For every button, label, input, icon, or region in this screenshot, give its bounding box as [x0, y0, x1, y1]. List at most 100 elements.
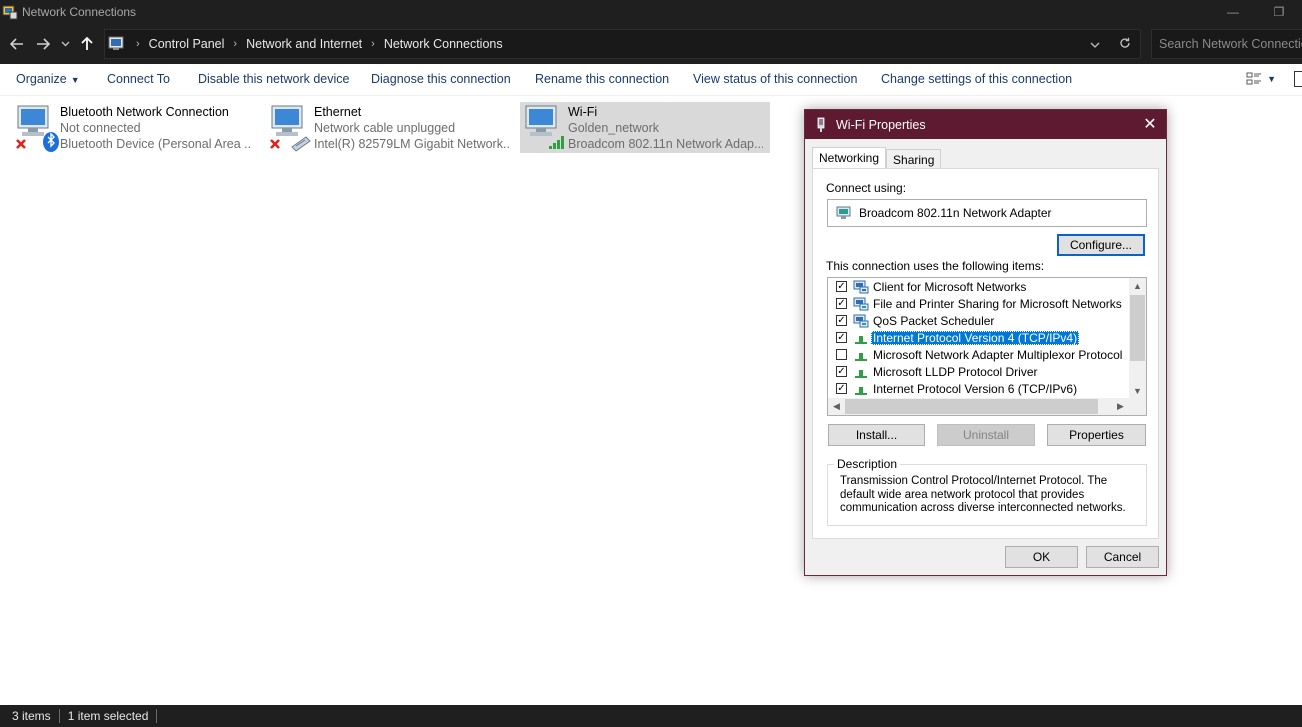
item-label: File and Printer Sharing for Microsoft N… [873, 296, 1122, 311]
change-settings-button[interactable]: Change settings of this connection [881, 72, 1072, 86]
connection-ethernet[interactable]: Ethernet Network cable unplugged Intel(R… [266, 102, 516, 153]
breadcrumb-network-connections[interactable]: Network Connections [384, 37, 503, 51]
minimize-button[interactable]: — [1210, 0, 1256, 24]
address-dropdown-chevron-icon[interactable] [1080, 37, 1110, 51]
disable-device-button[interactable]: Disable this network device [198, 72, 349, 86]
address-bar[interactable]: › Control Panel › Network and Internet ›… [104, 29, 1141, 59]
connect-to-button[interactable]: Connect To [107, 72, 170, 86]
status-bar: 3 items 1 item selected [0, 705, 1302, 727]
connection-device: Intel(R) 82579LM Gigabit Network... [314, 137, 509, 151]
protocol-icon [853, 381, 869, 397]
refresh-icon[interactable] [1110, 37, 1140, 52]
organize-label: Organize [16, 72, 67, 86]
item-checkbox[interactable] [836, 349, 847, 360]
connection-bluetooth[interactable]: Bluetooth Network Connection Not connect… [12, 102, 258, 153]
scroll-up-icon[interactable]: ▲ [1129, 278, 1146, 295]
network-adapter-icon [836, 206, 852, 220]
configure-button[interactable]: Configure... [1057, 234, 1145, 256]
view-status-button[interactable]: View status of this connection [693, 72, 857, 86]
connection-device: Broadcom 802.11n Network Adap... [568, 137, 763, 151]
item-checkbox[interactable]: ✓ [836, 315, 847, 326]
item-label: Internet Protocol Version 6 (TCP/IPv6) [873, 381, 1078, 396]
organize-menu[interactable]: Organize ▼ [16, 72, 80, 86]
network-service-icon [853, 313, 869, 329]
dialog-tabs: Networking Sharing [812, 147, 942, 170]
description-group: Description Transmission Control Protoco… [827, 457, 1147, 526]
connection-name: Bluetooth Network Connection [60, 105, 229, 119]
list-item[interactable]: ✓ Microsoft LLDP Protocol Driver [828, 363, 1040, 380]
list-item[interactable]: ✓ QoS Packet Scheduler [828, 312, 996, 329]
item-checkbox[interactable]: ✓ [836, 383, 847, 394]
view-options-chevron-icon[interactable]: ▼ [1267, 74, 1276, 84]
horizontal-scrollbar[interactable]: ◀ ▶ [828, 398, 1146, 415]
caret-down-icon: ▼ [70, 75, 80, 85]
list-item[interactable]: ✓ Client for Microsoft Networks [828, 278, 1028, 295]
components-list[interactable]: ✓ Client for Microsoft Networks ✓ File a… [827, 277, 1147, 416]
search-input[interactable] [1159, 37, 1302, 51]
item-checkbox[interactable]: ✓ [836, 332, 847, 343]
back-arrow-icon[interactable] [4, 29, 30, 59]
selected-count: 1 item selected [67, 709, 149, 723]
up-arrow-icon[interactable] [74, 29, 100, 59]
item-checkbox[interactable]: ✓ [836, 281, 847, 292]
breadcrumb-separator-icon: › [233, 38, 238, 50]
connection-wifi[interactable]: Wi-Fi Golden_network Broadcom 802.11n Ne… [520, 102, 770, 153]
tab-sharing[interactable]: Sharing [886, 149, 942, 170]
install-button[interactable]: Install... [828, 424, 925, 446]
search-box[interactable] [1151, 29, 1302, 59]
description-legend: Description [834, 457, 901, 471]
title-bar: Network Connections — ❐ [0, 0, 1302, 24]
adapter-name: Broadcom 802.11n Network Adapter [859, 206, 1052, 220]
dialog-title-bar[interactable]: Wi-Fi Properties ✕ [805, 110, 1166, 139]
breadcrumb-control-panel[interactable]: Control Panel [149, 37, 225, 51]
properties-button[interactable]: Properties [1047, 424, 1146, 446]
list-item-selected[interactable]: ✓ Internet Protocol Version 4 (TCP/IPv4) [828, 329, 1080, 346]
diagnose-button[interactable]: Diagnose this connection [371, 72, 511, 86]
rename-button[interactable]: Rename this connection [535, 72, 669, 86]
breadcrumb-network-and-internet[interactable]: Network and Internet [246, 37, 362, 51]
command-bar: Organize ▼ Connect To Disable this networ… [0, 64, 1302, 96]
connection-name: Ethernet [314, 105, 362, 119]
recent-locations-chevron-icon[interactable] [56, 29, 74, 59]
networking-panel: Connect using: Broadcom 802.11n Network … [812, 168, 1159, 539]
connection-device: Bluetooth Device (Personal Area ... [60, 137, 250, 151]
control-panel-icon [108, 36, 126, 52]
change-view-icon[interactable] [1245, 70, 1263, 88]
item-label: Microsoft LLDP Protocol Driver [873, 364, 1038, 379]
adapter-field: Broadcom 802.11n Network Adapter [827, 199, 1147, 227]
network-client-icon [853, 279, 869, 295]
tab-networking[interactable]: Networking [812, 147, 887, 170]
network-adapter-icon [814, 117, 828, 133]
window-title: Network Connections [22, 5, 137, 19]
ok-button[interactable]: OK [1005, 546, 1078, 568]
bluetooth-network-icon [12, 102, 60, 153]
forward-arrow-icon[interactable] [30, 29, 56, 59]
close-icon[interactable]: ✕ [1140, 115, 1160, 135]
restore-button[interactable]: ❐ [1256, 0, 1302, 24]
item-checkbox[interactable]: ✓ [836, 366, 847, 377]
scroll-thumb[interactable] [845, 399, 1098, 414]
item-checkbox[interactable]: ✓ [836, 298, 847, 309]
wifi-properties-dialog: Wi-Fi Properties ✕ Networking Sharing Co… [804, 109, 1167, 576]
ethernet-network-icon [266, 102, 314, 153]
connect-using-label: Connect using: [826, 181, 907, 195]
preview-pane-icon[interactable] [1294, 71, 1302, 87]
network-connections-icon [2, 4, 18, 20]
cancel-button[interactable]: Cancel [1086, 546, 1159, 568]
connection-status: Not connected [60, 121, 141, 135]
breadcrumb-separator-icon: › [371, 38, 375, 50]
scroll-thumb[interactable] [1130, 295, 1145, 361]
network-service-icon [853, 296, 869, 312]
scroll-left-icon[interactable]: ◀ [828, 398, 845, 415]
list-item[interactable]: Microsoft Network Adapter Multiplexor Pr… [828, 346, 1124, 363]
connection-name: Wi-Fi [568, 105, 598, 119]
item-label: QoS Packet Scheduler [873, 313, 995, 328]
items-label: This connection uses the following items… [826, 259, 1045, 273]
protocol-icon [853, 347, 869, 363]
list-item[interactable]: ✓ File and Printer Sharing for Microsoft… [828, 295, 1124, 312]
vertical-scrollbar[interactable]: ▲ ▼ [1129, 278, 1146, 400]
connection-status: Network cable unplugged [314, 121, 456, 135]
scroll-right-icon[interactable]: ▶ [1112, 398, 1129, 415]
dialog-title: Wi-Fi Properties [836, 117, 926, 132]
list-item[interactable]: ✓ Internet Protocol Version 6 (TCP/IPv6) [828, 380, 1079, 397]
